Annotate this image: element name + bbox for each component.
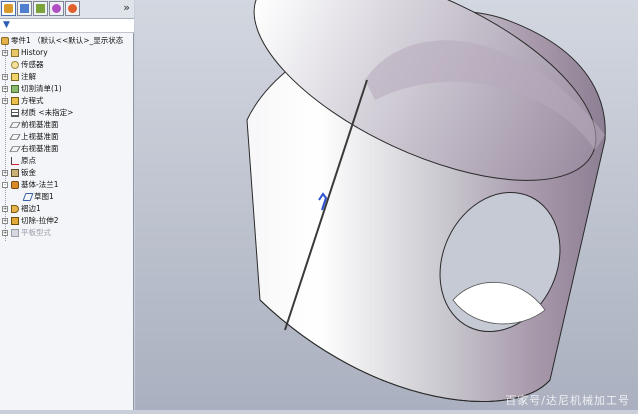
plane-icon xyxy=(9,146,21,152)
expand-panel-button[interactable]: » xyxy=(123,1,130,14)
tree-item-history[interactable]: + History xyxy=(0,47,134,59)
feature-tree-tab[interactable] xyxy=(1,1,16,16)
history-icon xyxy=(11,49,19,57)
dimxpert-tab[interactable] xyxy=(49,1,64,16)
sheet-metal-icon xyxy=(11,169,19,177)
expand-toggle[interactable]: + xyxy=(2,206,8,212)
tree-item-material[interactable]: 材质 <未指定> xyxy=(0,107,134,119)
feature-manager-panel: » ▼ 零件1 （默认<<默认>_显示状态 + History 传感器 + 注解… xyxy=(0,0,134,410)
feature-manager-tabs: » xyxy=(0,0,134,19)
feature-tree-icon xyxy=(4,4,13,13)
tree-item-label: 切割清单(1) xyxy=(21,84,62,93)
plane-icon xyxy=(9,122,21,128)
sketch-icon xyxy=(22,193,34,201)
property-tab[interactable] xyxy=(17,1,32,16)
filter-icon[interactable]: ▼ xyxy=(3,20,10,30)
filter-bar[interactable]: ▼ xyxy=(0,19,134,33)
tree-item-label: 草图1 xyxy=(34,192,54,201)
tree-item-hem[interactable]: + 褶边1 xyxy=(0,203,134,215)
tree-item-equations[interactable]: + 方程式 xyxy=(0,95,134,107)
expand-toggle[interactable]: + xyxy=(2,170,8,176)
tree-item-label: 材质 <未指定> xyxy=(21,108,74,117)
model-canvas xyxy=(135,0,638,410)
watermark: 百家号/达尼机械加工号 xyxy=(505,394,630,407)
expand-toggle[interactable]: + xyxy=(2,230,8,236)
tree-item-cut-extrude[interactable]: + 切除-拉伸2 xyxy=(0,215,134,227)
expand-toggle[interactable]: + xyxy=(2,50,8,56)
hem-icon xyxy=(11,205,19,213)
origin-icon xyxy=(11,157,19,165)
tree-item-annotations[interactable]: + 注解 xyxy=(0,71,134,83)
configuration-tab[interactable] xyxy=(33,1,48,16)
expand-toggle[interactable]: + xyxy=(2,86,8,92)
tree-item-sensors[interactable]: 传感器 xyxy=(0,59,134,71)
tree-item-label: 方程式 xyxy=(21,96,44,105)
cut-extrude-icon xyxy=(11,217,19,225)
dimxpert-icon xyxy=(52,4,61,13)
tree-item-label: 右视基准面 xyxy=(21,144,59,153)
graphics-viewport[interactable]: 百家号/达尼机械加工号 xyxy=(135,0,638,410)
base-flange-icon xyxy=(11,181,19,189)
tree-item-label: 钣金 xyxy=(21,168,36,177)
tree-item-base-flange[interactable]: - 基体-法兰1 xyxy=(0,179,134,191)
tree-item-label: 切除-拉伸2 xyxy=(21,216,59,225)
tree-item-origin[interactable]: 原点 xyxy=(0,155,134,167)
tree-item-label: 传感器 xyxy=(21,60,44,69)
tree-item-cut-list[interactable]: + 切割清单(1) xyxy=(0,83,134,95)
tree-item-sketch[interactable]: 草图1 xyxy=(0,191,134,203)
tree-item-label: 零件1 （默认<<默认>_显示状态 xyxy=(11,36,124,45)
expand-toggle[interactable]: + xyxy=(2,98,8,104)
tree-item-part[interactable]: 零件1 （默认<<默认>_显示状态 xyxy=(0,35,134,47)
tree-item-label: 注解 xyxy=(21,72,36,81)
sensor-icon xyxy=(11,61,19,69)
part-icon xyxy=(1,37,9,45)
tree-item-label: 平板型式 xyxy=(21,228,51,237)
configuration-icon xyxy=(36,4,45,13)
tree-item-label: 上视基准面 xyxy=(21,132,59,141)
annotation-icon xyxy=(11,73,19,81)
equation-icon xyxy=(11,97,19,105)
display-icon xyxy=(68,4,77,13)
tree-item-sheet-metal[interactable]: + 钣金 xyxy=(0,167,134,179)
material-icon xyxy=(11,109,19,117)
flat-pattern-icon xyxy=(11,229,19,237)
cut-list-icon xyxy=(11,85,19,93)
property-icon xyxy=(20,4,29,13)
tree-item-top-plane[interactable]: 上视基准面 xyxy=(0,131,134,143)
tree-item-right-plane[interactable]: 右视基准面 xyxy=(0,143,134,155)
tree-item-label: 前视基准面 xyxy=(21,120,59,129)
tree-item-label: History xyxy=(21,48,48,57)
tree-item-front-plane[interactable]: 前视基准面 xyxy=(0,119,134,131)
display-tab[interactable] xyxy=(65,1,80,16)
tree-item-flat-pattern[interactable]: + 平板型式 xyxy=(0,227,134,239)
plane-icon xyxy=(9,134,21,140)
expand-toggle[interactable]: - xyxy=(2,182,8,188)
tree-item-label: 褶边1 xyxy=(21,204,41,213)
tree-item-label: 基体-法兰1 xyxy=(21,180,59,189)
tree-item-label: 原点 xyxy=(21,156,36,165)
expand-toggle[interactable]: + xyxy=(2,74,8,80)
expand-toggle[interactable]: + xyxy=(2,218,8,224)
